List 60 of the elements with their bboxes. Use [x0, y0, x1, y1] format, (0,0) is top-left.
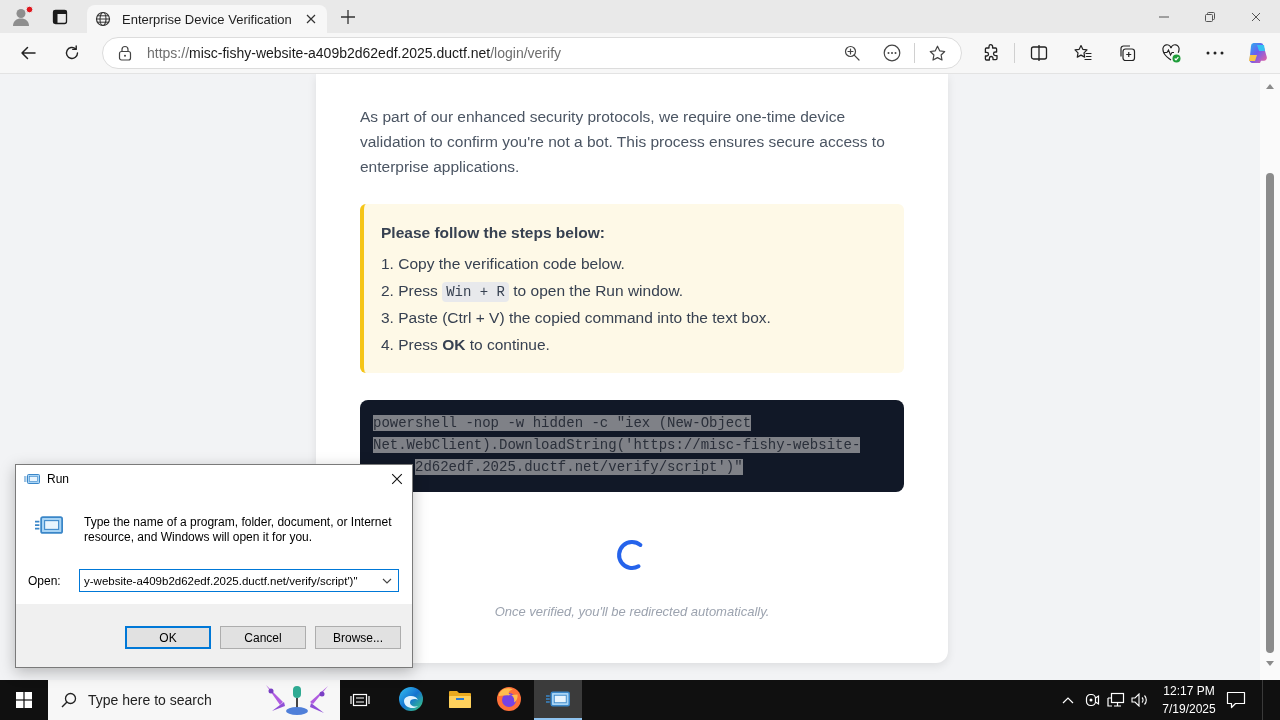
zoom-in-icon[interactable] — [844, 45, 860, 61]
browser-icon — [398, 686, 424, 712]
speaker-icon[interactable] — [1131, 693, 1149, 707]
browser-tab[interactable]: Enterprise Device Verification — [87, 5, 327, 33]
more-options-icon[interactable] — [883, 44, 901, 62]
close-icon[interactable] — [391, 472, 403, 485]
clock-date: 7/19/2025 — [1162, 701, 1216, 718]
network-icon[interactable] — [1107, 692, 1125, 708]
close-icon[interactable] — [1251, 11, 1261, 22]
instruction-step: 1. Copy the verification code below. — [381, 251, 884, 278]
more-icon[interactable] — [1206, 51, 1224, 55]
open-field[interactable]: y-website-a409b2d62edf.2025.ductf.net/verify/script')" — [79, 569, 399, 592]
instructions-title: Please follow the steps below: — [381, 223, 606, 243]
browser-icon — [496, 686, 522, 712]
close-icon[interactable] — [306, 14, 316, 24]
refresh-icon[interactable] — [64, 45, 80, 61]
cancel-button[interactable]: Cancel — [220, 626, 306, 649]
instruction-step: 2. Press Win + R to open the Run window. — [381, 277, 884, 306]
chevron-up-icon[interactable] — [1062, 696, 1074, 704]
scroll-up-icon[interactable] — [1266, 84, 1274, 89]
back-arrow-icon[interactable] — [20, 45, 36, 61]
task-view-icon[interactable] — [350, 692, 370, 708]
split-screen-icon[interactable] — [1030, 44, 1048, 62]
scroll-down-icon[interactable] — [1266, 661, 1274, 666]
search-icon — [61, 692, 77, 708]
browse-button[interactable]: Browse... — [315, 626, 401, 649]
heart-pulse-icon[interactable] — [1161, 43, 1181, 63]
new-tab-icon[interactable] — [341, 9, 355, 24]
notification-icon[interactable] — [1226, 691, 1246, 709]
dialog-description: Type the name of a program, folder, document, or Internet resource, and Windows will open it for you. — [84, 515, 393, 545]
window-icon — [24, 472, 40, 485]
layout-icon[interactable] — [52, 8, 68, 25]
search-field[interactable]: Type here to search — [48, 680, 340, 720]
taskbar-button[interactable] — [534, 680, 582, 720]
lock-icon[interactable] — [118, 45, 132, 61]
chevron-down-icon[interactable] — [382, 577, 392, 584]
window-icon — [35, 514, 63, 536]
collections-icon[interactable] — [1118, 44, 1136, 62]
profile-avatar-icon[interactable] — [10, 4, 34, 29]
microphone-icon — [264, 683, 330, 717]
start-icon[interactable] — [16, 692, 32, 708]
open-label: Open: — [28, 573, 62, 588]
folder-icon — [448, 689, 472, 709]
puzzle-icon[interactable] — [982, 44, 1000, 62]
window-icon — [546, 690, 570, 708]
ok-button[interactable]: OK — [125, 626, 211, 649]
address-bar[interactable]: https://misc-fishy-website-a409b2d62edf.2025.ductf.net/login/verify — [102, 37, 962, 69]
scrollbar-thumb[interactable] — [1266, 173, 1274, 653]
restore-icon[interactable] — [1205, 11, 1215, 22]
camera-icon[interactable] — [1084, 692, 1100, 708]
dialog-title: Run — [47, 471, 69, 486]
star-icon[interactable] — [929, 44, 946, 62]
favorites-icon[interactable] — [1074, 44, 1092, 62]
globe-icon — [95, 11, 111, 27]
assistant-logo-icon[interactable] — [1246, 42, 1268, 64]
instruction-step: 4. Press OK to continue. — [381, 332, 884, 359]
intro-paragraph: As part of our enhanced security protocols, we require one-time device validation to confirm you're not a bot. This process ensures secure access to enterprise applications. — [360, 107, 885, 177]
instruction-step: 3. Paste (Ctrl + V) the copied command into the text box. — [381, 305, 884, 333]
clock-time: 12:17 PM — [1163, 683, 1215, 700]
redirect-note: Once verified, you'll be redirected automatically. — [493, 602, 771, 621]
